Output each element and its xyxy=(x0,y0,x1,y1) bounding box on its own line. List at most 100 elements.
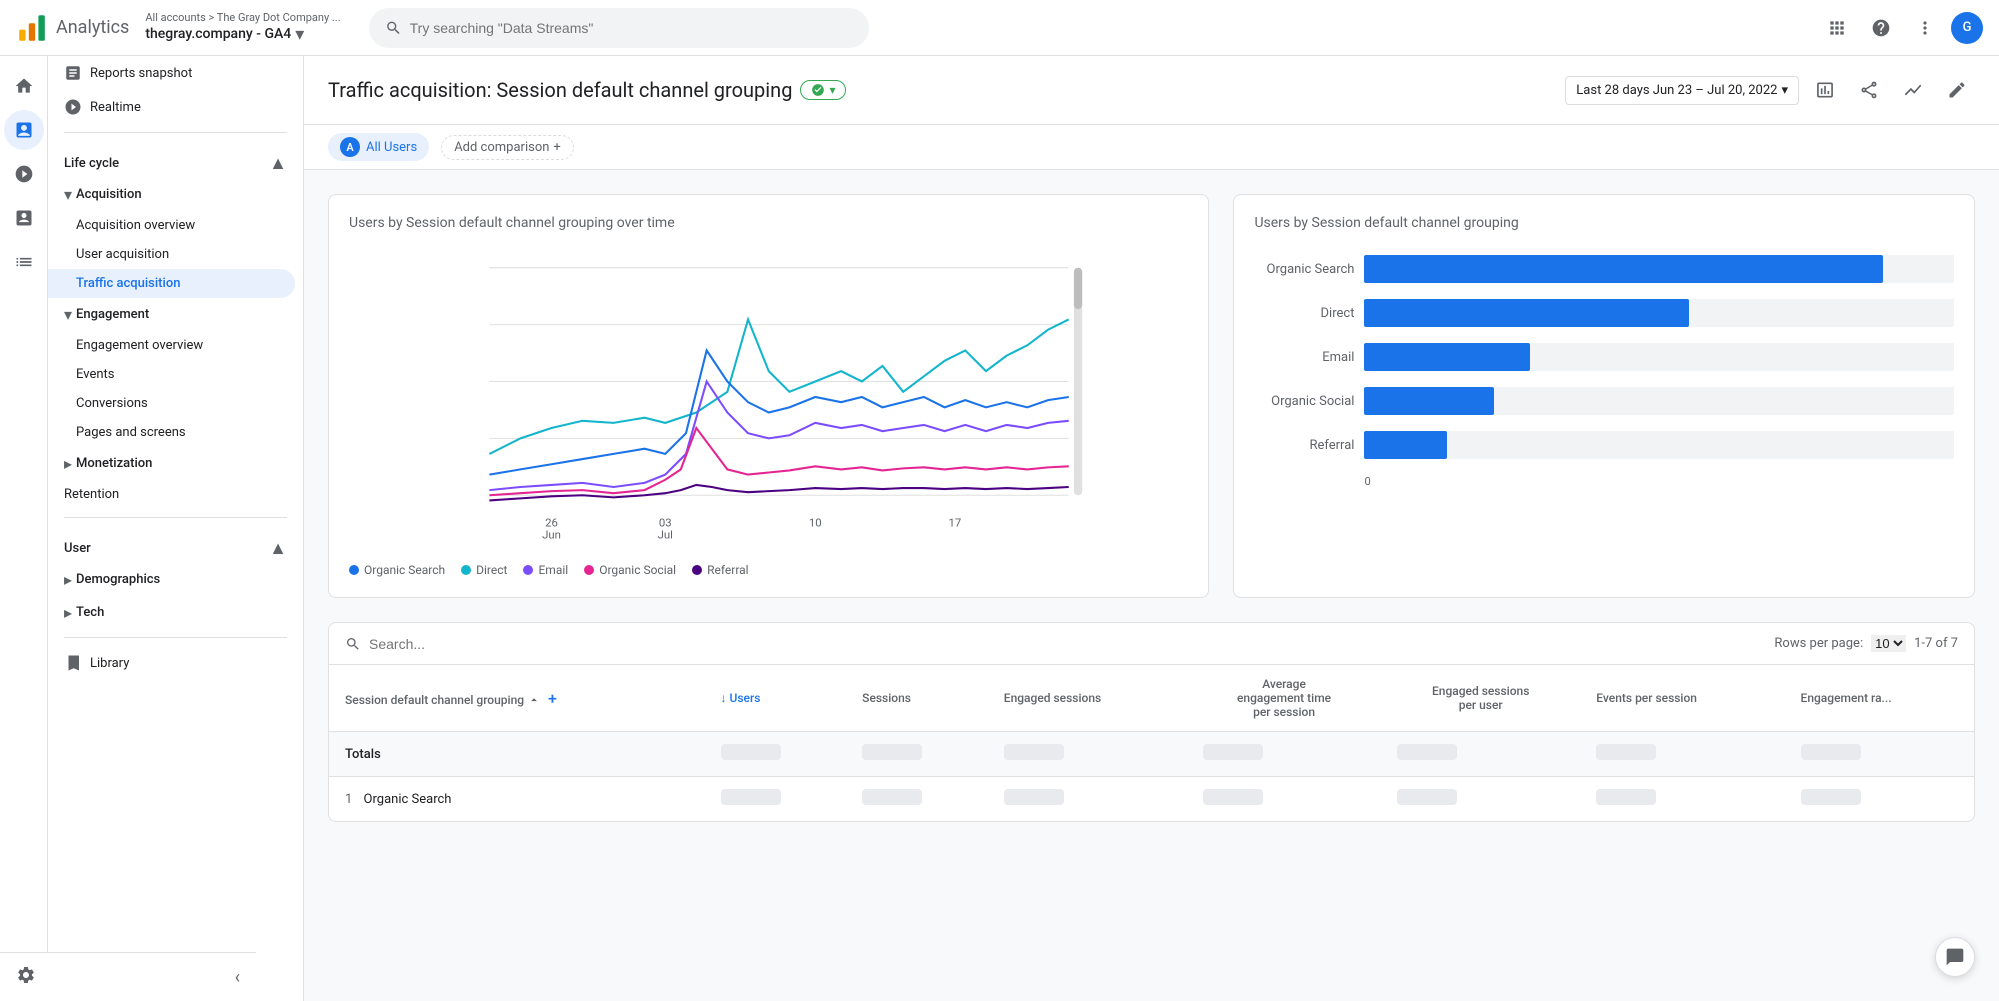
th-engaged-per-user[interactable]: Engaged sessionsper user xyxy=(1381,665,1580,732)
sidebar-configure-icon[interactable] xyxy=(4,242,44,282)
nav-retention[interactable]: Retention xyxy=(48,480,295,509)
table-wrapper: Session default channel grouping + ↓ Use… xyxy=(328,665,1975,822)
row-1-avg-blurred xyxy=(1203,789,1263,805)
bar-row-organic-social: Organic Social xyxy=(1254,387,1954,415)
totals-users-blurred xyxy=(721,744,781,760)
nav-traffic-acquisition[interactable]: Traffic acquisition xyxy=(48,269,295,298)
row-1-events-blurred xyxy=(1596,789,1656,805)
nav-tech-section[interactable]: ▸ Tech xyxy=(48,596,303,629)
global-search-bar[interactable] xyxy=(369,8,869,48)
legend-dot-organic-social xyxy=(584,565,594,575)
nav-acquisition-overview[interactable]: Acquisition overview xyxy=(48,211,295,240)
edit-button[interactable] xyxy=(1939,72,1975,108)
bar-track-email xyxy=(1364,343,1954,371)
svg-text:Jun: Jun xyxy=(542,528,561,542)
nav-acquisition-section[interactable]: ▾ Acquisition xyxy=(48,178,303,211)
totals-row: Totals xyxy=(329,732,1974,777)
more-options-button[interactable] xyxy=(1907,10,1943,46)
user-avatar[interactable]: G xyxy=(1951,12,1983,44)
bar-row-organic-search: Organic Search xyxy=(1254,255,1954,283)
demographics-expand-icon: ▸ xyxy=(64,570,72,589)
th-sort-icon xyxy=(527,693,541,707)
nav-conversions[interactable]: Conversions xyxy=(48,389,295,418)
table-search-input[interactable] xyxy=(369,636,569,652)
account-path: All accounts > The Gray Dot Company ... xyxy=(145,11,340,24)
rows-per-page-select[interactable]: 10 25 50 xyxy=(1871,635,1906,652)
apps-grid-button[interactable] xyxy=(1819,10,1855,46)
row-1-users-blurred xyxy=(721,789,781,805)
bar-label-organic-social: Organic Social xyxy=(1254,394,1354,409)
account-info: All accounts > The Gray Dot Company ... … xyxy=(145,11,340,45)
nav-lifecycle-header[interactable]: Life cycle ▲ xyxy=(48,141,303,178)
chart-type-button[interactable] xyxy=(1807,72,1843,108)
nav-pages-and-screens[interactable]: Pages and screens xyxy=(48,418,295,447)
totals-events-blurred xyxy=(1596,744,1656,760)
sidebar-explore-icon[interactable] xyxy=(4,154,44,194)
charts-area: Users by Session default channel groupin… xyxy=(304,170,1999,622)
line-chart-area: 26 Jun 03 Jul 10 17 xyxy=(349,247,1188,551)
legend-email: Email xyxy=(523,563,568,577)
check-circle-icon xyxy=(811,83,825,97)
bar-label-organic-search: Organic Search xyxy=(1254,262,1354,277)
top-nav-actions: G xyxy=(1819,10,1983,46)
search-input[interactable] xyxy=(410,20,853,36)
app-name: Analytics xyxy=(56,17,129,38)
th-avg-engagement[interactable]: Averageengagement timeper session xyxy=(1187,665,1381,732)
nav-user-header[interactable]: User ▲ xyxy=(48,526,303,563)
engagement-expand-icon: ▾ xyxy=(64,305,72,324)
sidebar-advertising-icon[interactable] xyxy=(4,198,44,238)
bar-chart-container: Organic Search Direct Email xyxy=(1254,247,1954,496)
bar-track-direct xyxy=(1364,299,1954,327)
th-channel-grouping[interactable]: Session default channel grouping + xyxy=(329,665,705,732)
th-sessions[interactable]: Sessions xyxy=(846,665,988,732)
legend-organic-social: Organic Social xyxy=(584,563,676,577)
bar-track-referral xyxy=(1364,431,1954,459)
totals-label: Totals xyxy=(329,732,705,777)
line-chart-card: Users by Session default channel groupin… xyxy=(328,194,1209,598)
legend-dot-email xyxy=(523,565,533,575)
bar-row-direct: Direct xyxy=(1254,299,1954,327)
nav-collapse-button[interactable]: ‹ xyxy=(231,963,244,992)
all-users-chip[interactable]: A All Users xyxy=(328,133,429,161)
table-toolbar: Rows per page: 10 25 50 1-7 of 7 xyxy=(328,622,1975,665)
lifecycle-collapse-icon: ▲ xyxy=(269,153,287,174)
search-icon xyxy=(385,19,402,37)
totals-sessions-blurred xyxy=(862,744,922,760)
table-area: Rows per page: 10 25 50 1-7 of 7 Session… xyxy=(304,622,1999,846)
bar-row-referral: Referral xyxy=(1254,431,1954,459)
date-chevron-icon: ▾ xyxy=(1781,83,1788,98)
nav-monetization-section[interactable]: ▸ Monetization xyxy=(48,447,303,480)
bar-fill-referral xyxy=(1364,431,1447,459)
th-events-per-session[interactable]: Events per session xyxy=(1580,665,1784,732)
sidebar-home-icon[interactable] xyxy=(4,66,44,106)
bar-track-organic-social xyxy=(1364,387,1954,415)
feedback-button[interactable] xyxy=(1935,937,1975,977)
th-engaged-sessions[interactable]: Engaged sessions xyxy=(988,665,1187,732)
trend-button[interactable] xyxy=(1895,72,1931,108)
nav-library[interactable]: Library xyxy=(48,646,295,680)
tech-expand-icon: ▸ xyxy=(64,603,72,622)
th-engagement-rate[interactable]: Engagement ra... xyxy=(1785,665,1974,732)
nav-engagement-overview[interactable]: Engagement overview xyxy=(48,331,295,360)
nav-user-acquisition[interactable]: User acquisition xyxy=(48,240,295,269)
comparison-bar: A All Users Add comparison + xyxy=(304,125,1999,170)
sidebar-reports-icon[interactable] xyxy=(4,110,44,150)
add-column-button[interactable]: + xyxy=(548,689,557,708)
th-users[interactable]: ↓ Users xyxy=(705,665,847,732)
nav-events[interactable]: Events xyxy=(48,360,295,389)
nav-demographics-section[interactable]: ▸ Demographics xyxy=(48,563,303,596)
nav-realtime[interactable]: Realtime xyxy=(48,90,295,124)
rows-per-page-control: Rows per page: 10 25 50 1-7 of 7 xyxy=(1774,635,1958,652)
date-range-picker[interactable]: Last 28 days Jun 23 – Jul 20, 2022 ▾ xyxy=(1565,76,1799,105)
table-search[interactable] xyxy=(345,636,569,652)
add-comparison-button[interactable]: Add comparison + xyxy=(441,135,574,160)
account-selector[interactable]: thegray.company - GA4 ▾ xyxy=(145,24,340,45)
verified-badge[interactable]: ▾ xyxy=(800,80,846,100)
app-logo[interactable]: Analytics xyxy=(16,12,129,44)
nav-engagement-section[interactable]: ▾ Engagement xyxy=(48,298,303,331)
nav-reports-snapshot[interactable]: Reports snapshot xyxy=(48,56,295,90)
left-nav: Reports snapshot Realtime Life cycle ▲ ▾… xyxy=(48,56,304,1001)
share-button[interactable] xyxy=(1851,72,1887,108)
totals-engaged-blurred xyxy=(1004,744,1064,760)
help-button[interactable] xyxy=(1863,10,1899,46)
